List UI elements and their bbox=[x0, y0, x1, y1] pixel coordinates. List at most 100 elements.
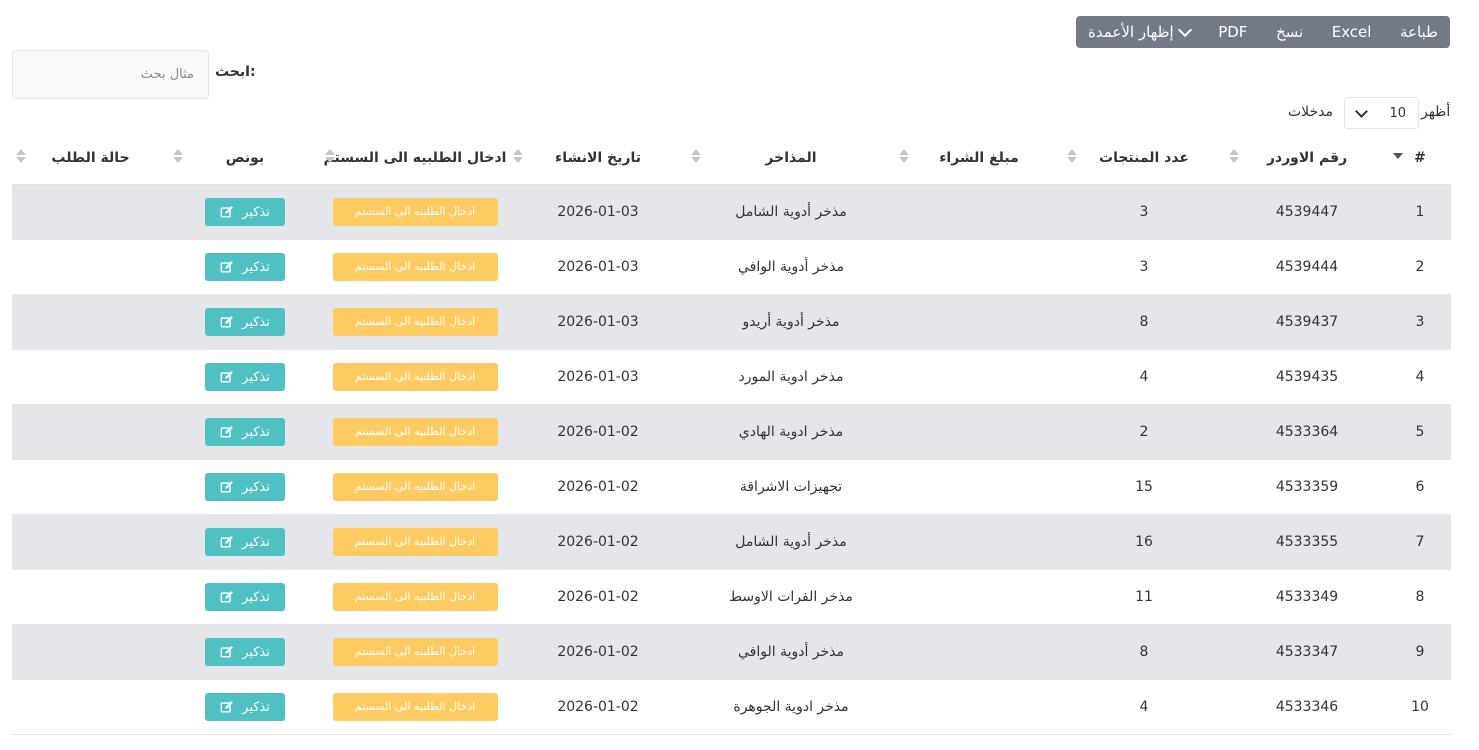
col-header-created-date[interactable]: تاريخ الانشاء bbox=[509, 132, 687, 185]
cell-index: 3 bbox=[1389, 294, 1451, 350]
cell-bonus: تذكير bbox=[169, 184, 321, 240]
col-header-order-status[interactable]: حالة الطلب bbox=[12, 132, 169, 185]
remind-button[interactable]: تذكير bbox=[205, 308, 285, 336]
enter-to-system-button[interactable]: ادخال الطلبيه الى السستم bbox=[332, 693, 498, 721]
cell-order-status bbox=[12, 679, 169, 735]
edit-icon bbox=[220, 315, 234, 329]
col-header-order-number[interactable]: رقم الاوردر bbox=[1225, 132, 1389, 185]
enter-to-system-button[interactable]: ادخال الطلبيه الى السستم bbox=[332, 363, 498, 391]
sort-icon bbox=[325, 149, 335, 163]
cell-order-status bbox=[12, 239, 169, 295]
cell-order-number: 4533355 bbox=[1225, 514, 1389, 570]
cell-order-number: 4533347 bbox=[1225, 624, 1389, 680]
cell-order-number: 4539437 bbox=[1225, 294, 1389, 350]
table-row: 3 4539437 8 مذخر أدوية أريدو 2026-01-03 ادخال… bbox=[12, 294, 1451, 350]
cell-product-count: 4 bbox=[1063, 349, 1225, 405]
cell-created-date: 2026-01-02 bbox=[509, 514, 687, 570]
header-label: رقم الاوردر bbox=[1266, 150, 1348, 166]
col-header-enter-to-system[interactable]: ادخال الطلبيه الى السستم bbox=[321, 132, 509, 185]
edit-icon bbox=[220, 480, 234, 494]
remind-button-label: تذكير bbox=[242, 644, 270, 660]
table-row: 2 4539444 3 مذخر أدوية الوافي 2026-01-03 ادخا… bbox=[12, 239, 1451, 295]
remind-button[interactable]: تذكير bbox=[205, 253, 285, 281]
cell-created-date: 2026-01-03 bbox=[509, 239, 687, 295]
cell-purchase-amount bbox=[895, 349, 1063, 405]
col-header-index[interactable]: # bbox=[1389, 132, 1451, 185]
cell-order-number: 4539435 bbox=[1225, 349, 1389, 405]
col-header-store[interactable]: المذاخر bbox=[687, 132, 895, 185]
cell-order-number: 4533364 bbox=[1225, 404, 1389, 460]
table-row: 10 4533346 4 مذخر ادوية الجوهرة 2026-01-02 اد… bbox=[12, 679, 1451, 735]
enter-to-system-button[interactable]: ادخال الطلبيه الى السستم bbox=[332, 418, 498, 446]
cell-purchase-amount bbox=[895, 459, 1063, 515]
entries-per-page-select[interactable]: 10 bbox=[1344, 97, 1419, 129]
search-input[interactable] bbox=[12, 50, 209, 99]
enter-to-system-button[interactable]: ادخال الطلبيه الى السستم bbox=[332, 253, 498, 281]
cell-index: 7 bbox=[1389, 514, 1451, 570]
cell-order-number: 4539447 bbox=[1225, 184, 1389, 240]
cell-index: 2 bbox=[1389, 239, 1451, 295]
header-label: عدد المنتجات bbox=[1099, 150, 1189, 166]
col-header-purchase-amount[interactable]: مبلغ الشراء bbox=[895, 132, 1063, 185]
cell-product-count: 4 bbox=[1063, 679, 1225, 735]
cell-created-date: 2026-01-02 bbox=[509, 624, 687, 680]
sort-icon bbox=[16, 149, 26, 163]
remind-button-label: تذكير bbox=[242, 259, 270, 275]
edit-icon bbox=[220, 260, 234, 274]
cell-purchase-amount bbox=[895, 294, 1063, 350]
cell-enter-to-system: ادخال الطلبيه الى السستم bbox=[321, 514, 509, 570]
cell-created-date: 2026-01-02 bbox=[509, 404, 687, 460]
remind-button[interactable]: تذكير bbox=[205, 693, 285, 721]
remind-button[interactable]: تذكير bbox=[205, 418, 285, 446]
cell-order-status bbox=[12, 624, 169, 680]
pdf-button[interactable]: PDF bbox=[1218, 23, 1247, 41]
cell-bonus: تذكير bbox=[169, 294, 321, 350]
cell-product-count: 8 bbox=[1063, 624, 1225, 680]
cell-store: مذخر أدوية أريدو bbox=[687, 294, 895, 350]
cell-index: 6 bbox=[1389, 459, 1451, 515]
col-header-bonus[interactable]: بونص bbox=[169, 132, 321, 185]
edit-icon bbox=[220, 700, 234, 714]
remind-button-label: تذكير bbox=[242, 589, 270, 605]
remind-button[interactable]: تذكير bbox=[205, 473, 285, 501]
enter-to-system-button[interactable]: ادخال الطلبيه الى السستم bbox=[332, 198, 498, 226]
cell-bonus: تذكير bbox=[169, 624, 321, 680]
cell-order-status bbox=[12, 569, 169, 625]
remind-button[interactable]: تذكير bbox=[205, 528, 285, 556]
remind-button[interactable]: تذكير bbox=[205, 198, 285, 226]
remind-button[interactable]: تذكير bbox=[205, 363, 285, 391]
table-body: 1 4539447 3 مذخر أدوية الشامل 2026-01-03 ادخا… bbox=[12, 184, 1451, 735]
sort-icon bbox=[1393, 153, 1403, 159]
remind-button-label: تذكير bbox=[242, 534, 270, 550]
edit-icon bbox=[220, 590, 234, 604]
col-header-product-count[interactable]: عدد المنتجات bbox=[1063, 132, 1225, 185]
column-visibility-button[interactable]: إظهار الأعمدة bbox=[1088, 22, 1192, 41]
cell-product-count: 15 bbox=[1063, 459, 1225, 515]
cell-product-count: 16 bbox=[1063, 514, 1225, 570]
excel-button[interactable]: Excel bbox=[1332, 23, 1372, 41]
enter-to-system-button[interactable]: ادخال الطلبيه الى السستم bbox=[332, 583, 498, 611]
cell-enter-to-system: ادخال الطلبيه الى السستم bbox=[321, 624, 509, 680]
cell-purchase-amount bbox=[895, 624, 1063, 680]
cell-purchase-amount bbox=[895, 404, 1063, 460]
cell-index: 5 bbox=[1389, 404, 1451, 460]
enter-to-system-button[interactable]: ادخال الطلبيه الى السستم bbox=[332, 638, 498, 666]
show-entries-label: أظهر bbox=[1421, 104, 1451, 120]
cell-index: 9 bbox=[1389, 624, 1451, 680]
copy-button[interactable]: نسخ bbox=[1276, 23, 1303, 41]
cell-store: مذخر أدوية الوافي bbox=[687, 624, 895, 680]
cell-enter-to-system: ادخال الطلبيه الى السستم bbox=[321, 239, 509, 295]
remind-button[interactable]: تذكير bbox=[205, 583, 285, 611]
enter-to-system-button[interactable]: ادخال الطلبيه الى السستم bbox=[332, 308, 498, 336]
cell-bonus: تذكير bbox=[169, 404, 321, 460]
cell-store: مذخر ادوية الجوهرة bbox=[687, 679, 895, 735]
remind-button[interactable]: تذكير bbox=[205, 638, 285, 666]
cell-order-status bbox=[12, 349, 169, 405]
cell-index: 1 bbox=[1389, 184, 1451, 240]
cell-created-date: 2026-01-03 bbox=[509, 184, 687, 240]
cell-order-status bbox=[12, 459, 169, 515]
remind-button-label: تذكير bbox=[242, 479, 270, 495]
print-button[interactable]: طباعة bbox=[1400, 23, 1438, 41]
enter-to-system-button[interactable]: ادخال الطلبيه الى السستم bbox=[332, 473, 498, 501]
enter-to-system-button[interactable]: ادخال الطلبيه الى السستم bbox=[332, 528, 498, 556]
